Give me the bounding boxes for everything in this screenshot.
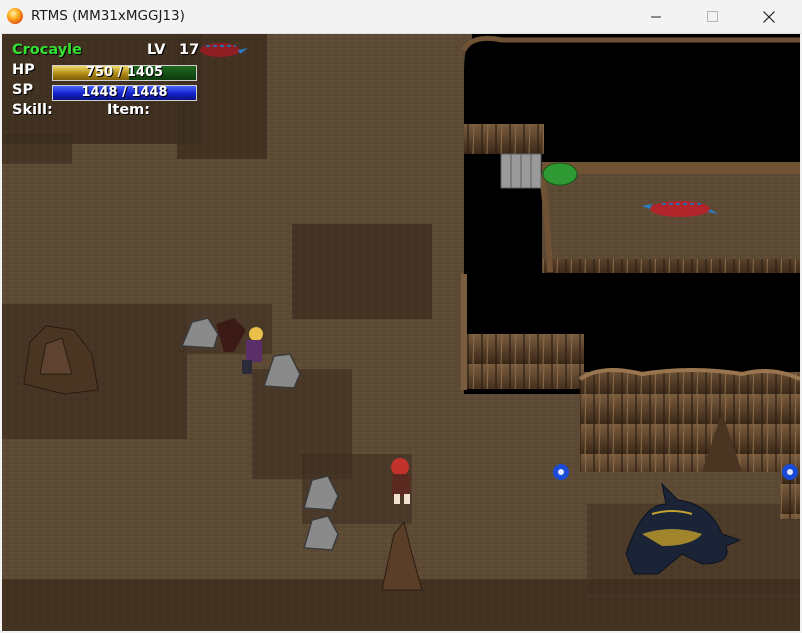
close-icon: [763, 10, 775, 23]
minimize-icon: [651, 16, 661, 17]
game-viewport[interactable]: Crocayle LV 17 HP 750 / 1405 SP 1448 / 1…: [2, 34, 800, 631]
skill-label: Skill:: [12, 102, 53, 118]
maximize-icon: [706, 11, 718, 22]
sp-label: SP: [12, 82, 34, 98]
item-label: Item:: [107, 102, 151, 118]
hp-value: 750 / 1405: [85, 65, 164, 80]
title-bar[interactable]: RTMS (MM31xMGGJ13): [0, 0, 802, 34]
close-button[interactable]: [746, 0, 792, 33]
hp-label: HP: [12, 62, 35, 78]
level-label: LV: [147, 42, 166, 58]
sp-value: 1448 / 1448: [81, 85, 168, 100]
maximize-button[interactable]: [689, 0, 735, 33]
player-hud: Crocayle LV 17 HP 750 / 1405 SP 1448 / 1…: [7, 39, 202, 139]
level-value: 17: [179, 42, 200, 58]
blue-crystal-1: [553, 464, 569, 480]
blue-crystal-2: [782, 464, 798, 480]
window-title: RTMS (MM31xMGGJ13): [31, 8, 185, 24]
app-icon: [7, 8, 23, 24]
character-name: Crocayle: [12, 42, 82, 58]
app-window: RTMS (MM31xMGGJ13) Crocayle LV 17 HP 750…: [0, 0, 802, 633]
minimize-button[interactable]: [633, 0, 679, 33]
lily-pad: [542, 162, 578, 186]
sp-bar: 1448 / 1448: [52, 85, 197, 101]
stone-gate: [500, 153, 542, 189]
hp-bar: 750 / 1405: [52, 65, 197, 81]
